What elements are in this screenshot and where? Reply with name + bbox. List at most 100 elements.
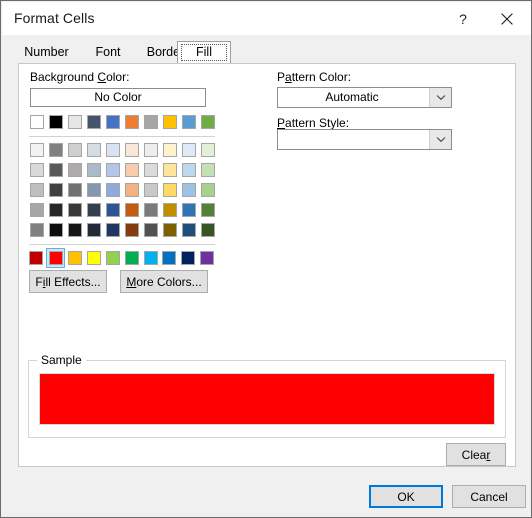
swatch-cell[interactable] — [179, 140, 198, 160]
pattern-style-dropdown[interactable] — [277, 129, 452, 150]
swatch-cell[interactable] — [122, 200, 141, 220]
swatch-cell[interactable] — [103, 200, 122, 220]
color-swatch — [162, 203, 177, 217]
background-color-palette[interactable] — [27, 112, 217, 268]
color-swatch — [181, 251, 196, 265]
swatch-cell[interactable] — [122, 180, 141, 200]
swatch-cell[interactable] — [46, 220, 65, 240]
color-swatch — [124, 115, 139, 129]
color-swatch — [162, 163, 177, 177]
clear-button[interactable]: Clear — [446, 443, 506, 466]
pattern-color-label: Pattern Color: — [277, 70, 352, 84]
swatch-cell[interactable] — [46, 160, 65, 180]
close-button[interactable] — [485, 3, 529, 35]
color-swatch — [105, 223, 120, 237]
swatch-cell[interactable] — [122, 248, 141, 268]
swatch-cell[interactable] — [103, 180, 122, 200]
swatch-cell[interactable] — [160, 200, 179, 220]
swatch-cell[interactable] — [84, 180, 103, 200]
swatch-cell[interactable] — [103, 112, 122, 132]
more-colors-button[interactable]: More Colors... — [120, 270, 208, 293]
swatch-cell[interactable] — [27, 248, 46, 268]
color-swatch — [105, 251, 120, 265]
swatch-cell[interactable] — [141, 140, 160, 160]
swatch-cell[interactable] — [160, 180, 179, 200]
no-color-button[interactable]: No Color — [30, 88, 206, 107]
swatch-cell[interactable] — [160, 112, 179, 132]
swatch-cell[interactable] — [198, 160, 217, 180]
swatch-cell[interactable] — [141, 112, 160, 132]
color-swatch — [124, 203, 139, 217]
color-swatch — [48, 251, 63, 265]
color-swatch — [162, 183, 177, 197]
swatch-cell[interactable] — [65, 160, 84, 180]
swatch-cell[interactable] — [179, 248, 198, 268]
tab-font[interactable]: Font — [81, 41, 135, 63]
swatch-cell[interactable] — [179, 220, 198, 240]
swatch-cell-selected[interactable] — [45, 248, 66, 268]
swatch-cell[interactable] — [84, 200, 103, 220]
swatch-cell[interactable] — [27, 200, 46, 220]
swatch-cell[interactable] — [179, 180, 198, 200]
swatch-cell[interactable] — [65, 248, 84, 268]
swatch-cell[interactable] — [46, 200, 65, 220]
swatch-cell[interactable] — [122, 112, 141, 132]
swatch-cell[interactable] — [103, 220, 122, 240]
color-swatch — [86, 115, 101, 129]
swatch-cell[interactable] — [27, 112, 46, 132]
swatch-cell[interactable] — [122, 140, 141, 160]
swatch-cell[interactable] — [65, 220, 84, 240]
swatch-cell[interactable] — [141, 160, 160, 180]
swatch-cell[interactable] — [160, 140, 179, 160]
swatch-cell[interactable] — [141, 248, 160, 268]
pattern-color-dropdown[interactable]: Automatic — [277, 87, 452, 108]
swatch-cell[interactable] — [46, 140, 65, 160]
swatch-cell[interactable] — [46, 112, 65, 132]
color-swatch — [67, 143, 82, 157]
swatch-cell[interactable] — [103, 160, 122, 180]
swatch-cell[interactable] — [179, 200, 198, 220]
swatch-cell[interactable] — [27, 140, 46, 160]
swatch-cell[interactable] — [141, 220, 160, 240]
swatch-cell[interactable] — [65, 200, 84, 220]
tab-fill[interactable]: Fill — [177, 41, 231, 64]
swatch-cell[interactable] — [122, 220, 141, 240]
swatch-cell[interactable] — [27, 220, 46, 240]
swatch-cell[interactable] — [65, 112, 84, 132]
swatch-cell[interactable] — [46, 180, 65, 200]
swatch-cell[interactable] — [179, 112, 198, 132]
fill-effects-button[interactable]: Fill Effects... — [29, 270, 107, 293]
swatch-cell[interactable] — [84, 112, 103, 132]
help-button[interactable]: ? — [441, 3, 485, 35]
color-swatch — [181, 115, 196, 129]
cancel-button[interactable]: Cancel — [452, 485, 526, 508]
swatch-cell[interactable] — [84, 220, 103, 240]
swatch-cell[interactable] — [27, 160, 46, 180]
swatch-cell[interactable] — [103, 140, 122, 160]
swatch-cell[interactable] — [160, 248, 179, 268]
swatch-cell[interactable] — [198, 200, 217, 220]
swatch-cell[interactable] — [141, 200, 160, 220]
swatch-cell[interactable] — [198, 180, 217, 200]
swatch-cell[interactable] — [160, 160, 179, 180]
swatch-cell[interactable] — [122, 160, 141, 180]
swatch-cell[interactable] — [84, 140, 103, 160]
title-bar: Format Cells ? — [2, 2, 531, 35]
tab-number[interactable]: Number — [12, 41, 81, 63]
swatch-cell[interactable] — [84, 160, 103, 180]
ok-button[interactable]: OK — [369, 485, 443, 508]
swatch-cell[interactable] — [141, 180, 160, 200]
swatch-cell[interactable] — [198, 248, 217, 268]
swatch-cell[interactable] — [198, 140, 217, 160]
palette-separator — [27, 240, 217, 248]
swatch-cell[interactable] — [27, 180, 46, 200]
swatch-cell[interactable] — [179, 160, 198, 180]
swatch-cell[interactable] — [160, 220, 179, 240]
swatch-cell[interactable] — [198, 112, 217, 132]
swatch-cell[interactable] — [103, 248, 122, 268]
swatch-cell[interactable] — [65, 180, 84, 200]
chevron-down-icon — [429, 130, 451, 149]
swatch-cell[interactable] — [198, 220, 217, 240]
swatch-cell[interactable] — [65, 140, 84, 160]
swatch-cell[interactable] — [84, 248, 103, 268]
